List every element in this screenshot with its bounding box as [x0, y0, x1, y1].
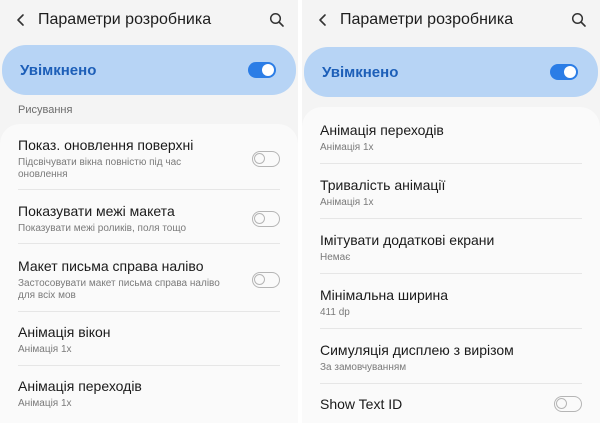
setting-force-rtl-layout[interactable]: Макет письма справа наліво Застосовувати… [0, 257, 298, 302]
settings-card: Показ. оновлення поверхні Підсвічувати в… [0, 124, 298, 423]
divider [18, 189, 280, 190]
setting-value: Анімація 1x [18, 398, 72, 409]
left-screen: Параметри розробника Увімкнено Рисування… [0, 0, 298, 423]
master-toggle[interactable] [248, 62, 276, 78]
setting-description: Показувати межі роликів, поля тощо [18, 223, 187, 234]
setting-label: Показ. оновлення поверхні [18, 137, 194, 153]
toggle-switch[interactable] [252, 150, 280, 167]
setting-transition-animation-scale[interactable]: Анімація переходів Анімація 1x [0, 377, 298, 410]
divider [320, 273, 582, 274]
page-title: Параметри розробника [38, 11, 212, 28]
master-switch-label: Увімкнено [20, 61, 97, 79]
app-bar: Параметри розробника [302, 0, 600, 40]
developer-options-master-switch[interactable]: Увімкнено [2, 45, 296, 95]
divider [18, 311, 280, 312]
setting-value: 411 dp [320, 307, 350, 318]
setting-value: Анімація 1x [320, 142, 374, 153]
setting-label: Show Text ID [320, 396, 403, 412]
setting-label: Показувати межі макета [18, 203, 175, 219]
setting-label: Анімація вікон [18, 324, 111, 340]
setting-smallest-width[interactable]: Мінімальна ширина 411 dp [302, 286, 600, 319]
setting-label: Анімація переходів [18, 378, 142, 394]
setting-description-line: Підсвічувати вікна повністю під час [18, 157, 182, 168]
toggle-switch[interactable] [252, 271, 280, 288]
page-title: Параметри розробника [340, 11, 514, 28]
divider [320, 218, 582, 219]
setting-label: Імітувати додаткові екрани [320, 232, 495, 248]
master-toggle[interactable] [550, 64, 578, 80]
section-header-drawing: Рисування [18, 104, 73, 116]
setting-description-line: Застосовувати макет письма справа наліво [18, 278, 220, 289]
setting-show-surface-updates[interactable]: Показ. оновлення поверхні Підсвічувати в… [0, 136, 298, 181]
setting-value: За замовчуванням [320, 362, 407, 373]
setting-simulate-secondary-displays[interactable]: Імітувати додаткові екрани Немає [302, 231, 600, 264]
setting-value: Анімація 1x [18, 344, 72, 355]
setting-label: Симуляція дисплею з вирізом [320, 342, 514, 358]
setting-label: Мінімальна ширина [320, 287, 449, 303]
divider [320, 163, 582, 164]
master-switch-label: Увімкнено [322, 63, 399, 81]
setting-description-line: оновлення [18, 169, 68, 180]
right-screen: Параметри розробника Увімкнено Анімація … [302, 0, 600, 423]
divider [320, 383, 582, 384]
setting-description: Застосовувати макет письма справа наліво… [18, 278, 242, 302]
setting-display-cutout[interactable]: Симуляція дисплею з вирізом За замовчува… [302, 341, 600, 374]
divider [18, 365, 280, 366]
setting-show-text-id[interactable]: Show Text ID [302, 395, 600, 413]
setting-value: Немає [320, 252, 351, 263]
setting-description-line: для всіх мов [18, 290, 76, 301]
divider [320, 328, 582, 329]
divider [18, 243, 280, 244]
search-icon[interactable] [564, 5, 594, 35]
setting-value: Анімація 1x [320, 197, 374, 208]
toggle-switch[interactable] [252, 210, 280, 227]
setting-window-animation-scale[interactable]: Анімація вікон Анімація 1x [0, 323, 298, 356]
back-arrow-icon[interactable] [308, 5, 338, 35]
setting-show-layout-bounds[interactable]: Показувати межі макета Показувати межі р… [0, 202, 298, 235]
back-arrow-icon[interactable] [6, 5, 36, 35]
setting-transition-animation-scale[interactable]: Анімація переходів Анімація 1x [302, 121, 600, 154]
setting-description: Підсвічувати вікна повністю під час онов… [18, 157, 242, 181]
toggle-switch[interactable] [554, 396, 582, 412]
app-bar: Параметри розробника [0, 0, 298, 40]
setting-label: Тривалість анімації [320, 177, 446, 193]
setting-animator-duration-scale[interactable]: Тривалість анімації Анімація 1x [302, 176, 600, 209]
setting-label: Макет письма справа наліво [18, 258, 204, 274]
settings-card: Анімація переходів Анімація 1x Триваліст… [302, 107, 600, 423]
setting-label: Анімація переходів [320, 122, 444, 138]
search-icon[interactable] [262, 5, 292, 35]
developer-options-master-switch[interactable]: Увімкнено [304, 47, 598, 97]
